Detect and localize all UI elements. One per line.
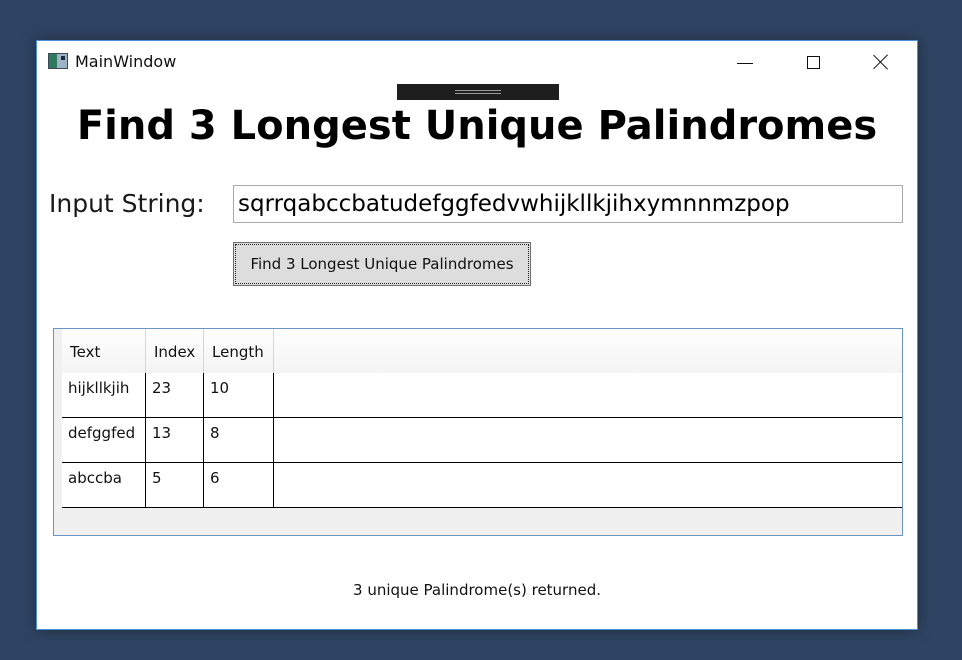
minimize-icon: [737, 62, 753, 64]
status-message: 3 unique Palindrome(s) returned.: [353, 581, 601, 599]
window-title: MainWindow: [75, 52, 177, 71]
close-icon: [873, 54, 889, 70]
column-header-index[interactable]: Index: [146, 329, 204, 373]
close-button[interactable]: [847, 41, 915, 83]
app-window-icon: [48, 53, 68, 69]
maximize-icon: [806, 55, 820, 69]
cell-index[interactable]: 5: [146, 463, 204, 507]
column-header-text[interactable]: Text: [62, 329, 146, 373]
column-header-length[interactable]: Length: [204, 329, 274, 373]
cell-length[interactable]: 10: [204, 373, 274, 417]
cell-text[interactable]: hijkllkjih: [62, 373, 146, 417]
table-row[interactable]: defggfed 13 8: [62, 418, 902, 463]
cell-index[interactable]: 13: [146, 418, 204, 462]
grid-empty-area: [62, 508, 902, 535]
page-title: Find 3 Longest Unique Palindromes: [76, 103, 878, 149]
input-string-field[interactable]: sqrrqabccbatudefggfedvwhijkllkjihxymnnmz…: [233, 185, 903, 223]
maximize-button[interactable]: [779, 41, 847, 83]
cell-text[interactable]: abccba: [62, 463, 146, 507]
debug-toolbar-handle[interactable]: [397, 84, 559, 100]
desktop: MainWindow Find 3 Longest Unique Palindr…: [0, 0, 962, 660]
results-grid: Text Index Length hijkllkjih 23 10 defgg…: [53, 328, 903, 536]
find-palindromes-button[interactable]: Find 3 Longest Unique Palindromes: [233, 242, 531, 286]
cell-text[interactable]: defggfed: [62, 418, 146, 462]
minimize-button[interactable]: [711, 41, 779, 83]
grid-header-row: Text Index Length: [62, 329, 902, 374]
cell-length[interactable]: 6: [204, 463, 274, 507]
table-row[interactable]: hijkllkjih 23 10: [62, 373, 902, 418]
table-row[interactable]: abccba 5 6: [62, 463, 902, 508]
input-string-label: Input String:: [49, 189, 205, 218]
cell-index[interactable]: 23: [146, 373, 204, 417]
cell-length[interactable]: 8: [204, 418, 274, 462]
main-window: MainWindow Find 3 Longest Unique Palindr…: [36, 40, 918, 630]
title-bar[interactable]: MainWindow: [37, 41, 917, 83]
